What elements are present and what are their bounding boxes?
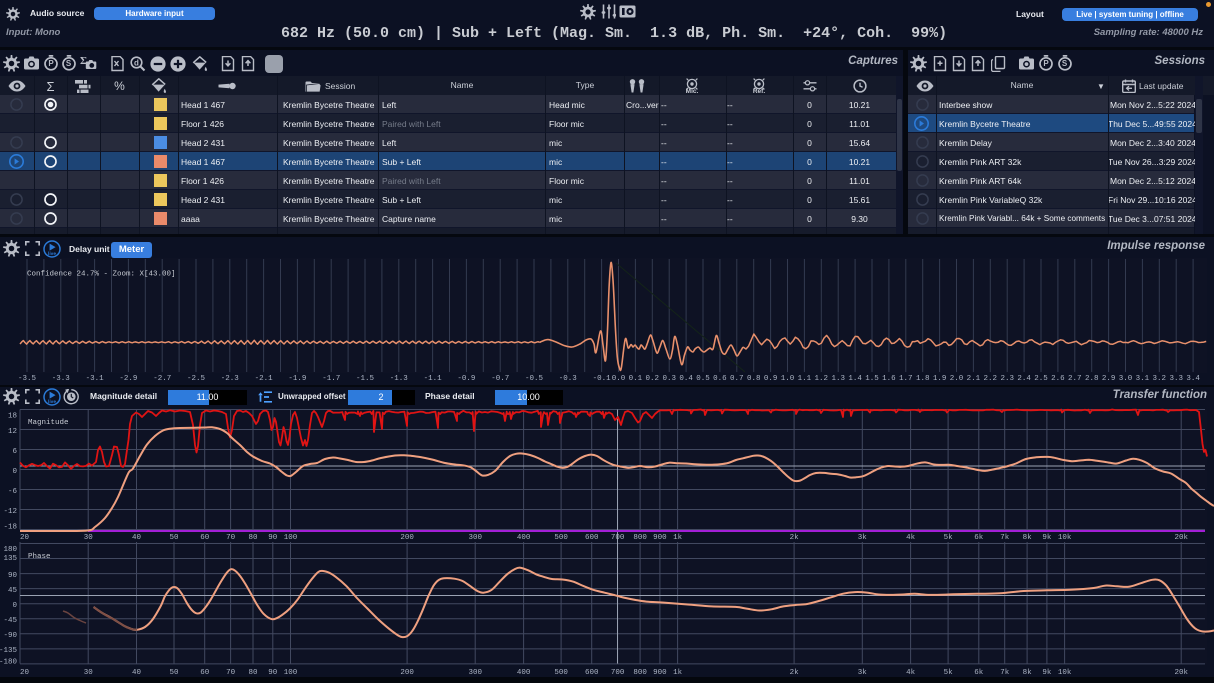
- svg-text:90: 90: [268, 669, 278, 677]
- svg-text:40: 40: [132, 534, 142, 542]
- svg-text:6k: 6k: [974, 534, 984, 542]
- svg-text:-135: -135: [0, 647, 17, 655]
- svg-text:70: 70: [226, 669, 236, 677]
- svg-text:20k: 20k: [1174, 669, 1188, 677]
- svg-text:7k: 7k: [1000, 669, 1010, 677]
- svg-text:-180: -180: [0, 658, 17, 666]
- svg-text:12: 12: [8, 428, 17, 436]
- svg-text:300: 300: [468, 669, 482, 677]
- svg-text:0: 0: [12, 468, 17, 476]
- svg-text:Phase: Phase: [28, 553, 51, 561]
- svg-text:90: 90: [268, 534, 278, 542]
- svg-text:50: 50: [169, 534, 179, 542]
- svg-text:6: 6: [12, 448, 17, 456]
- svg-text:5k: 5k: [944, 669, 954, 677]
- svg-text:400: 400: [517, 534, 531, 542]
- svg-text:100: 100: [284, 534, 298, 542]
- svg-text:60: 60: [200, 534, 210, 542]
- svg-text:40: 40: [132, 669, 142, 677]
- svg-text:9k: 9k: [1042, 534, 1052, 542]
- svg-text:8k: 8k: [1023, 534, 1033, 542]
- svg-text:5k: 5k: [944, 534, 954, 542]
- svg-text:6k: 6k: [974, 669, 984, 677]
- svg-text:20: 20: [20, 534, 30, 542]
- svg-text:7k: 7k: [1000, 534, 1010, 542]
- svg-text:-45: -45: [3, 617, 17, 625]
- svg-text:60: 60: [200, 669, 210, 677]
- svg-text:3k: 3k: [858, 534, 868, 542]
- svg-text:2k: 2k: [790, 669, 800, 677]
- svg-text:1k: 1k: [673, 669, 683, 677]
- svg-text:180: 180: [3, 546, 17, 554]
- svg-text:20k: 20k: [1174, 534, 1188, 542]
- svg-text:0: 0: [12, 602, 17, 610]
- svg-text:90: 90: [8, 572, 18, 580]
- svg-text:500: 500: [554, 534, 568, 542]
- svg-text:600: 600: [585, 669, 599, 677]
- svg-text:200: 200: [400, 534, 414, 542]
- svg-text:400: 400: [517, 669, 531, 677]
- svg-text:300: 300: [468, 534, 482, 542]
- svg-text:30: 30: [84, 669, 94, 677]
- svg-text:80: 80: [248, 669, 258, 677]
- svg-text:-90: -90: [3, 632, 17, 640]
- svg-text:-6: -6: [8, 488, 18, 496]
- svg-text:2k: 2k: [790, 534, 800, 542]
- svg-text:200: 200: [400, 669, 414, 677]
- svg-text:700: 700: [611, 669, 625, 677]
- svg-text:4k: 4k: [906, 534, 916, 542]
- svg-text:135: 135: [3, 555, 17, 563]
- svg-text:70: 70: [226, 534, 236, 542]
- svg-text:700: 700: [611, 534, 625, 542]
- svg-text:-18: -18: [3, 524, 17, 532]
- svg-text:900: 900: [653, 669, 667, 677]
- svg-text:500: 500: [554, 669, 568, 677]
- svg-text:800: 800: [633, 534, 647, 542]
- svg-text:80: 80: [248, 534, 258, 542]
- svg-text:1k: 1k: [673, 534, 683, 542]
- svg-text:600: 600: [585, 534, 599, 542]
- svg-text:Magnitude: Magnitude: [28, 419, 69, 427]
- svg-text:30: 30: [84, 534, 94, 542]
- svg-text:50: 50: [169, 669, 179, 677]
- svg-text:20: 20: [20, 669, 30, 677]
- svg-text:45: 45: [8, 587, 18, 595]
- svg-text:800: 800: [633, 669, 647, 677]
- svg-text:10k: 10k: [1058, 534, 1072, 542]
- svg-text:18: 18: [8, 413, 17, 421]
- svg-text:8k: 8k: [1023, 669, 1033, 677]
- svg-text:4k: 4k: [906, 669, 916, 677]
- svg-text:900: 900: [653, 534, 667, 542]
- svg-text:9k: 9k: [1042, 669, 1052, 677]
- svg-text:10k: 10k: [1058, 669, 1072, 677]
- svg-text:100: 100: [284, 669, 298, 677]
- svg-text:-12: -12: [3, 508, 17, 516]
- svg-text:3k: 3k: [858, 669, 868, 677]
